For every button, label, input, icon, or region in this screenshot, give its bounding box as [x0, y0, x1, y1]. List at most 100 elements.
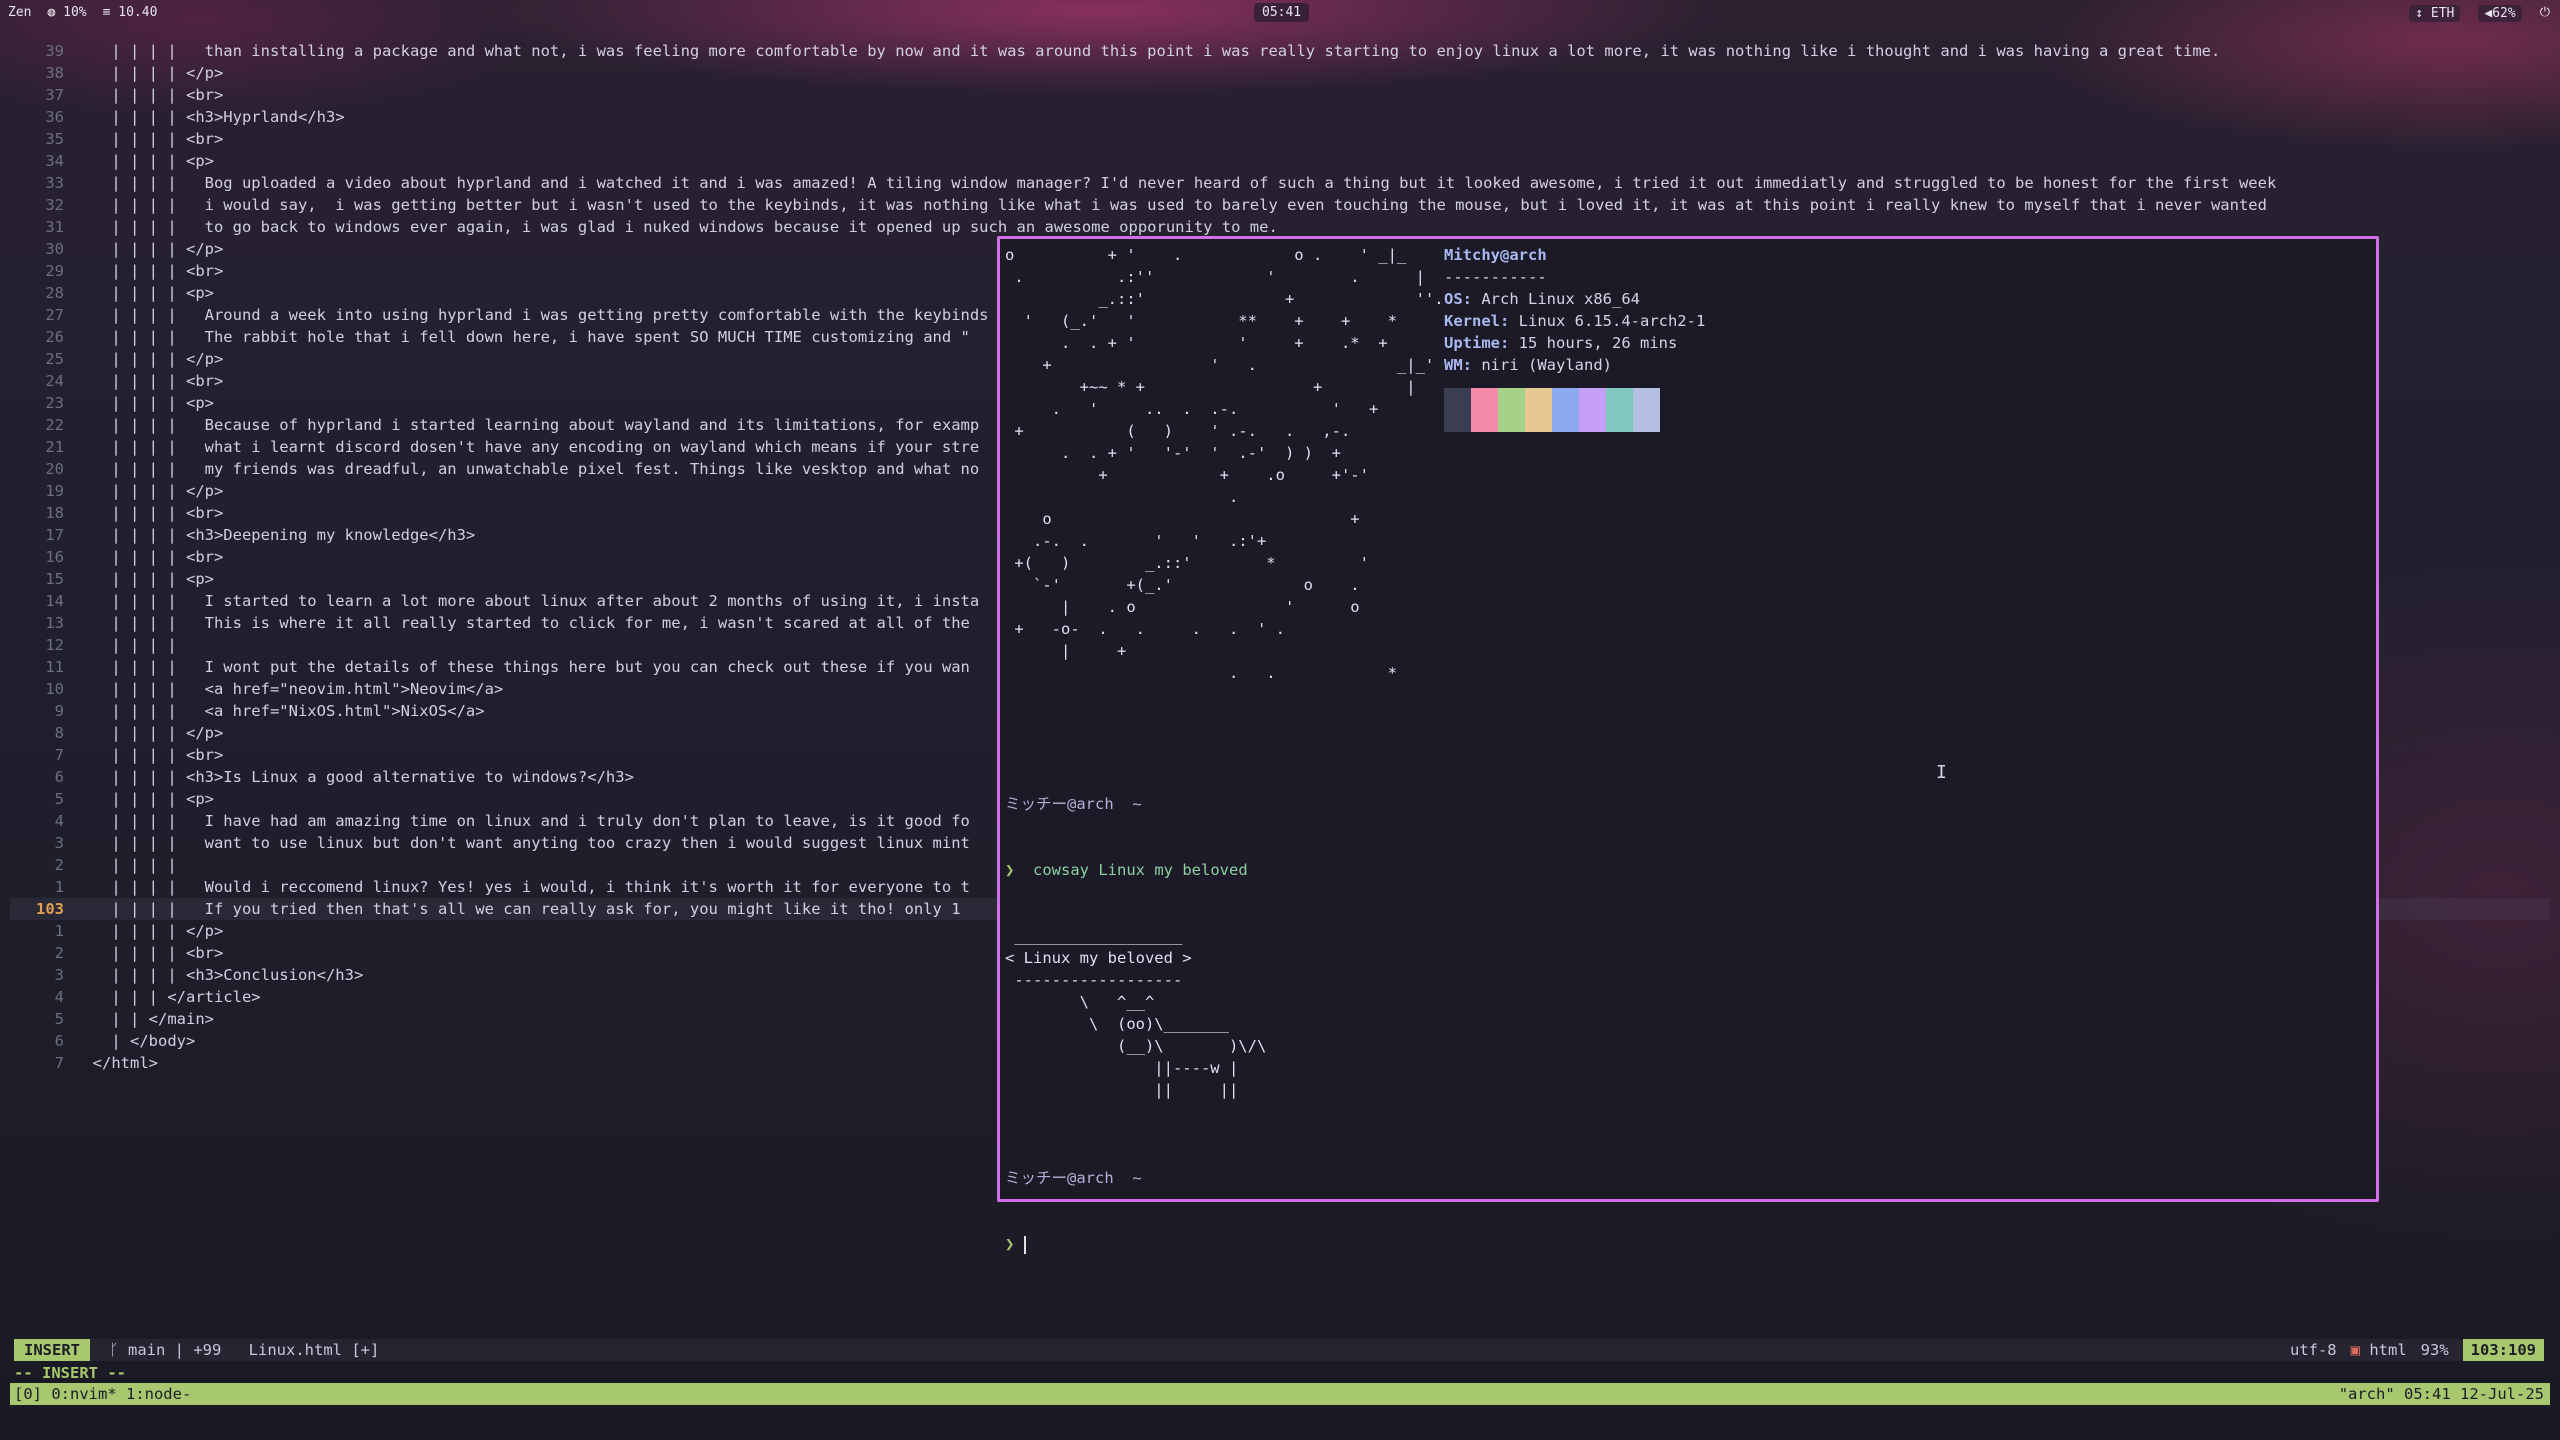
power-icon[interactable]: ⏻: [2540, 5, 2550, 22]
line-text: | | | | Because of hyprland i started le…: [74, 416, 980, 434]
terminal-window[interactable]: o + ' . o . ' _|_ . .:'' ' . | _.::' + '…: [997, 236, 2379, 1254]
line-number: 34: [45, 152, 64, 170]
clock[interactable]: 05:41: [1262, 5, 1301, 20]
line-text: | | | | </p>: [74, 482, 224, 500]
palette-swatch: [1471, 388, 1498, 432]
color-palette: [1444, 388, 1705, 432]
line-text: | | | </article>: [74, 988, 261, 1006]
line-number: 2: [54, 944, 64, 962]
network-icon: ↕: [2415, 6, 2424, 21]
line-number: 8: [54, 724, 64, 742]
line-text: </html>: [74, 1054, 158, 1072]
line-text: | </body>: [74, 1032, 196, 1050]
line-text: | | | | <br>: [74, 262, 224, 280]
palette-swatch: [1579, 388, 1606, 432]
line-number: 24: [45, 372, 64, 390]
line-number: 22: [45, 416, 64, 434]
memory-icon: ≡: [102, 5, 111, 20]
line-number: 26: [45, 328, 64, 346]
line-text: | | | | </p>: [74, 724, 224, 742]
editor-line[interactable]: 32 | | | | i would say, i was getting be…: [10, 194, 2550, 216]
editor-line[interactable]: 31 | | | | to go back to windows ever ag…: [10, 216, 2550, 238]
encoding: utf-8: [2289, 1341, 2337, 1359]
line-text: | | | | </p>: [74, 64, 224, 82]
line-text: | | | |: [74, 636, 177, 654]
line-number: 25: [45, 350, 64, 368]
line-text: | | | | Bog uploaded a video about hyprl…: [74, 174, 2277, 192]
line-text: | | | | </p>: [74, 350, 224, 368]
line-number: 36: [45, 108, 64, 126]
volume-widget[interactable]: ◀62%: [2478, 5, 2522, 22]
palette-swatch: [1444, 388, 1471, 432]
line-number: 15: [45, 570, 64, 588]
line-number: 3: [54, 966, 64, 984]
line-number: 11: [45, 658, 64, 676]
palette-swatch: [1552, 388, 1579, 432]
line-number: 30: [45, 240, 64, 258]
line-text: | | | | The rabbit hole that i fell down…: [74, 328, 970, 346]
terminal-cursor: [1023, 1235, 1026, 1254]
line-number: 32: [45, 196, 64, 214]
editor-line[interactable]: 36 | | | | <h3>Hyprland</h3>: [10, 106, 2550, 128]
line-text: | | | | <p>: [74, 284, 214, 302]
line-text: | | | | <br>: [74, 548, 224, 566]
line-number: 28: [45, 284, 64, 302]
line-text: | | | | i would say, i was getting bette…: [74, 196, 2267, 214]
line-text: | | | | <h3>Hyprland</h3>: [74, 108, 345, 126]
fastfetch-user: Mitchy@arch: [1444, 246, 1547, 264]
line-number: 3: [54, 834, 64, 852]
line-text: | | | | to go back to windows ever again…: [74, 218, 1278, 236]
line-number: 7: [54, 1054, 64, 1072]
line-text: | | | | <h3>Deepening my knowledge</h3>: [74, 526, 476, 544]
line-number: 29: [45, 262, 64, 280]
mode-message: -- INSERT --: [14, 1364, 126, 1382]
editor-line[interactable]: 35 | | | | <br>: [10, 128, 2550, 150]
line-text: | | | | <h3>Conclusion</h3>: [74, 966, 364, 984]
workspace-label[interactable]: Zen: [8, 5, 31, 20]
line-number: 1: [54, 878, 64, 896]
editor-line[interactable]: 33 | | | | Bog uploaded a video about hy…: [10, 172, 2550, 194]
editor-line[interactable]: 37 | | | | <br>: [10, 84, 2550, 106]
line-number: 14: [45, 592, 64, 610]
line-text: | | | | If you tried then that's all we …: [74, 900, 961, 918]
mouse-ibeam-icon: I: [1936, 762, 1947, 783]
line-number: 31: [45, 218, 64, 236]
cowsay-output: __________________ < Linux my beloved > …: [1005, 927, 1267, 1099]
tmux-statusbar: [0] 0:nvim* 1:node- "arch" 05:41 12-Jul-…: [10, 1383, 2550, 1405]
cpu-widget: ◍ 10%: [47, 5, 87, 20]
fastfetch-separator: -----------: [1444, 268, 1547, 286]
shell-prompt: ミッチー@arch ~: [1005, 795, 1142, 813]
line-text: | | | | <br>: [74, 746, 224, 764]
palette-swatch: [1633, 388, 1660, 432]
line-text: | | | | <p>: [74, 790, 214, 808]
line-number: 2: [54, 856, 64, 874]
line-text: | | | | Around a week into using hyprlan…: [74, 306, 989, 324]
shell-prompt-2: ミッチー@arch ~: [1005, 1169, 1142, 1187]
line-number: 6: [54, 1032, 64, 1050]
file-name: Linux.html [+]: [248, 1341, 380, 1359]
line-number: 13: [45, 614, 64, 632]
line-text: | | | | I have had am amazing time on li…: [74, 812, 970, 830]
line-number: 35: [45, 130, 64, 148]
editor-line[interactable]: 39 | | | | than installing a package and…: [10, 40, 2550, 62]
tmux-windows[interactable]: [0] 0:nvim* 1:node-: [14, 1383, 191, 1405]
branch-icon: ᚴ: [109, 1341, 119, 1359]
editor-line[interactable]: 34 | | | | <p>: [10, 150, 2550, 172]
line-text: | | | | <h3>Is Linux a good alternative …: [74, 768, 634, 786]
line-number: 20: [45, 460, 64, 478]
line-number: 103: [36, 900, 64, 918]
line-text: | | | | </p>: [74, 922, 224, 940]
line-number: 23: [45, 394, 64, 412]
line-text: | | | | want to use linux but don't want…: [74, 834, 970, 852]
network-widget[interactable]: ↕ ETH: [2409, 5, 2461, 22]
line-text: | | | | <br>: [74, 372, 224, 390]
fastfetch-uptime: 15 hours, 26 mins: [1518, 334, 1678, 352]
line-number: 4: [54, 812, 64, 830]
filetype: ▣ html: [2350, 1341, 2407, 1359]
memory-widget: ≡ 10.40: [102, 5, 158, 20]
shell-session[interactable]: ミッチー@arch ~ ❯ cowsay Linux my beloved __…: [1005, 749, 1266, 1299]
line-number: 9: [54, 702, 64, 720]
editor-line[interactable]: 38 | | | | </p>: [10, 62, 2550, 84]
fastfetch-os: Arch Linux x86_64: [1481, 290, 1640, 308]
fastfetch-wm: niri (Wayland): [1481, 356, 1612, 374]
